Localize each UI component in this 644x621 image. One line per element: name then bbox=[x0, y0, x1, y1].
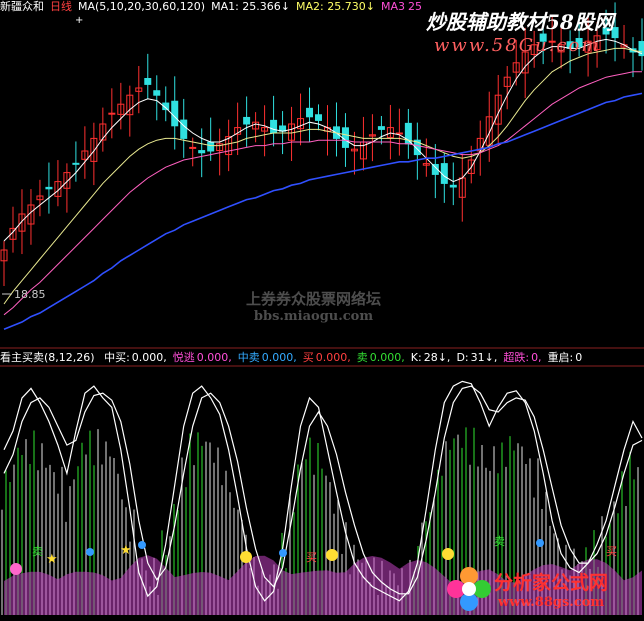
price-header: 新疆众和 日线 MA(5,10,20,30,60,120) MA1: 25.366↓ M… bbox=[0, 0, 428, 14]
indicator-title: 看主买卖(8,12,26) bbox=[0, 351, 95, 364]
ma-line bbox=[3, 47, 643, 305]
indicator-item: K: bbox=[410, 351, 422, 364]
candle-body bbox=[270, 119, 278, 134]
candle-body bbox=[306, 107, 314, 118]
indicator-item: 买 bbox=[302, 351, 314, 364]
indicator-value: 28↓, bbox=[423, 351, 451, 364]
candlesticks bbox=[0, 2, 644, 286]
period-label: 日线 bbox=[50, 0, 72, 13]
sell-marker: 卖 bbox=[494, 535, 505, 548]
indicator-value: 0.000, bbox=[315, 351, 351, 364]
price-chart: 18.85 + bbox=[0, 2, 644, 349]
indicator-header: 看主买卖(8,12,26) 中买: 0.000, 悦逃 0.000, 中卖 0.000, 买… bbox=[0, 351, 594, 365]
candle-body bbox=[611, 27, 619, 39]
indicator-item: 超跌: bbox=[503, 351, 530, 364]
buy-marker: 买 bbox=[606, 545, 617, 558]
candle-body bbox=[395, 132, 403, 135]
indicator-item: 中买: bbox=[104, 351, 130, 364]
candle-body bbox=[207, 141, 215, 152]
dot-icon bbox=[138, 541, 146, 549]
dot-icon bbox=[86, 548, 94, 556]
buy-marker: 买 bbox=[306, 551, 317, 564]
candle-body bbox=[377, 126, 385, 130]
candle-body bbox=[566, 41, 574, 49]
stock-name: 新疆众和 bbox=[0, 0, 44, 13]
dot-icon bbox=[536, 539, 544, 547]
ma3-label: MA3 bbox=[380, 0, 405, 13]
indicator-values: 中买: 0.000, 悦逃 0.000, 中卖 0.000, 买 0.000, 卖 0.000, K… bbox=[104, 351, 588, 364]
candle-body bbox=[602, 27, 610, 35]
indicator-item: 重启: bbox=[547, 351, 574, 364]
indicator-item: 悦逃 bbox=[172, 351, 195, 364]
sell-marker: 卖 bbox=[32, 545, 43, 558]
candle-body bbox=[449, 184, 457, 188]
indicator-chart: ★ ★ 卖 卖 买 买 bbox=[0, 365, 644, 615]
dot-icon bbox=[279, 549, 287, 557]
candle-body bbox=[45, 186, 53, 190]
smile-icon bbox=[442, 548, 454, 560]
indicator-value: 0.000, bbox=[369, 351, 405, 364]
indicator-value: 0.000, bbox=[196, 351, 232, 364]
indicator-value: 0.000, bbox=[261, 351, 297, 364]
ma-label: MA(5,10,20,30,60,120) bbox=[78, 0, 206, 13]
candle-body bbox=[341, 127, 349, 148]
indicator-value: 0.000, bbox=[131, 351, 167, 364]
ma-line bbox=[3, 71, 642, 316]
candle-body bbox=[189, 146, 197, 149]
candle-body bbox=[144, 78, 152, 85]
star-icon: ★ bbox=[120, 543, 132, 558]
candle-body bbox=[548, 40, 556, 43]
moving-averages bbox=[3, 38, 643, 330]
ma1-value: MA1: 25.366↓ bbox=[211, 0, 291, 13]
crosshair-icon: + bbox=[75, 15, 83, 26]
candle-body bbox=[72, 162, 80, 165]
candle-body bbox=[180, 119, 188, 139]
indicator-item: 中卖 bbox=[237, 351, 260, 364]
indicator-item: D: bbox=[456, 351, 469, 364]
candle-body bbox=[108, 112, 116, 115]
smile-icon bbox=[240, 551, 252, 563]
candle-body bbox=[539, 33, 547, 42]
indicator-value: 0 bbox=[575, 351, 583, 364]
ma2-value: MA2: 25.730↓ bbox=[296, 0, 375, 13]
price-label-low: 18.85 bbox=[14, 288, 46, 301]
candle-body bbox=[315, 114, 323, 121]
candle-body bbox=[171, 100, 179, 127]
star-icon: ★ bbox=[46, 552, 58, 567]
candle-body bbox=[198, 150, 206, 154]
candle-body bbox=[243, 116, 251, 125]
smile-icon bbox=[326, 549, 338, 561]
candle-body bbox=[153, 90, 161, 96]
indicator-value: 31↓, bbox=[470, 351, 498, 364]
indicator-value: 0, bbox=[531, 351, 542, 364]
indicator-item: 卖 bbox=[356, 351, 368, 364]
ma3-value: 25 bbox=[407, 0, 422, 13]
smile-icon bbox=[10, 563, 22, 575]
candle-body bbox=[575, 38, 583, 48]
